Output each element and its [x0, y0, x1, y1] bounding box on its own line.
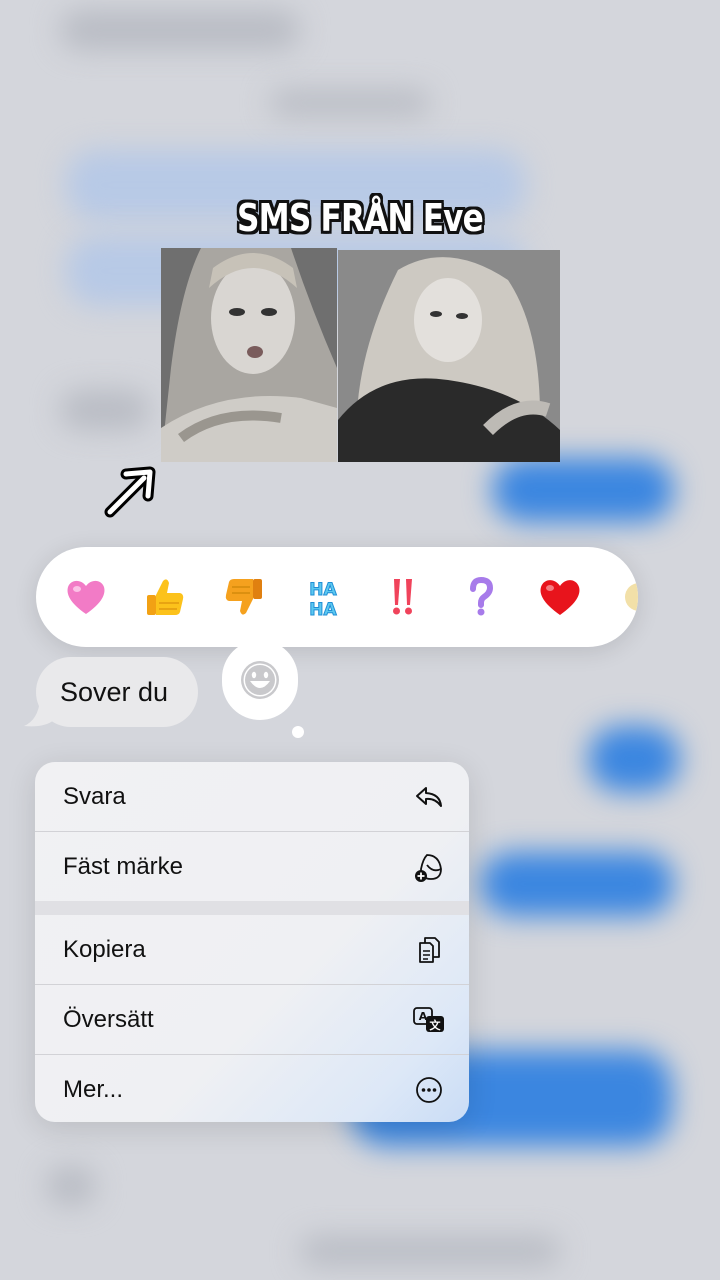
arrow-pointer-icon: [104, 466, 156, 518]
menu-item-label: Mer...: [63, 1075, 124, 1103]
menu-item-reply[interactable]: Svara: [35, 762, 469, 831]
menu-item-more[interactable]: Mer...: [35, 1055, 469, 1122]
add-emoji-reaction-button[interactable]: [222, 640, 298, 720]
copy-icon: [413, 934, 445, 966]
smiley-icon: [241, 661, 279, 699]
menu-item-label: Översätt: [63, 1005, 154, 1033]
red-heart-reaction-icon[interactable]: [538, 575, 582, 619]
double-exclamation-reaction-icon[interactable]: [380, 575, 424, 619]
menu-item-copy[interactable]: Kopiera: [35, 915, 469, 984]
tapback-reaction-bar: HA HA: [36, 547, 638, 647]
menu-item-label: Fäst märke: [63, 852, 184, 880]
message-context-menu: Svara Fäst märke Kopiera Översätt A文 Mer…: [35, 762, 469, 1122]
message-text: Sover du: [60, 676, 169, 707]
pink-heart-reaction-icon[interactable]: [64, 575, 108, 619]
haha-reaction-icon[interactable]: HA HA: [301, 575, 345, 620]
sticker-photo-left: [161, 248, 337, 462]
more-reactions-partial-icon[interactable]: [617, 575, 638, 619]
sticker-photo-right: [338, 250, 560, 462]
emoji-bubble-tail-dot: [292, 726, 304, 738]
thumbs-down-reaction-icon[interactable]: [222, 575, 266, 619]
sticker-add-icon: [413, 851, 445, 883]
svg-text:HA: HA: [309, 600, 337, 619]
question-mark-reaction-icon[interactable]: [459, 575, 503, 619]
menu-item-translate[interactable]: Översätt A文: [35, 985, 469, 1054]
thumbs-up-reaction-icon[interactable]: [143, 575, 187, 619]
translate-icon: A文: [413, 1004, 445, 1036]
svg-text:HA: HA: [309, 580, 337, 600]
svg-text:文: 文: [430, 1018, 442, 1032]
menu-item-sticker[interactable]: Fäst märke: [35, 832, 469, 901]
menu-item-label: Svara: [63, 782, 126, 810]
overlay-title: SMS FRÅN Eve: [237, 196, 484, 240]
reply-icon: [413, 781, 445, 813]
more-icon: [413, 1074, 445, 1106]
menu-item-label: Kopiera: [63, 935, 146, 963]
message-bubble[interactable]: Sover du: [36, 657, 199, 727]
